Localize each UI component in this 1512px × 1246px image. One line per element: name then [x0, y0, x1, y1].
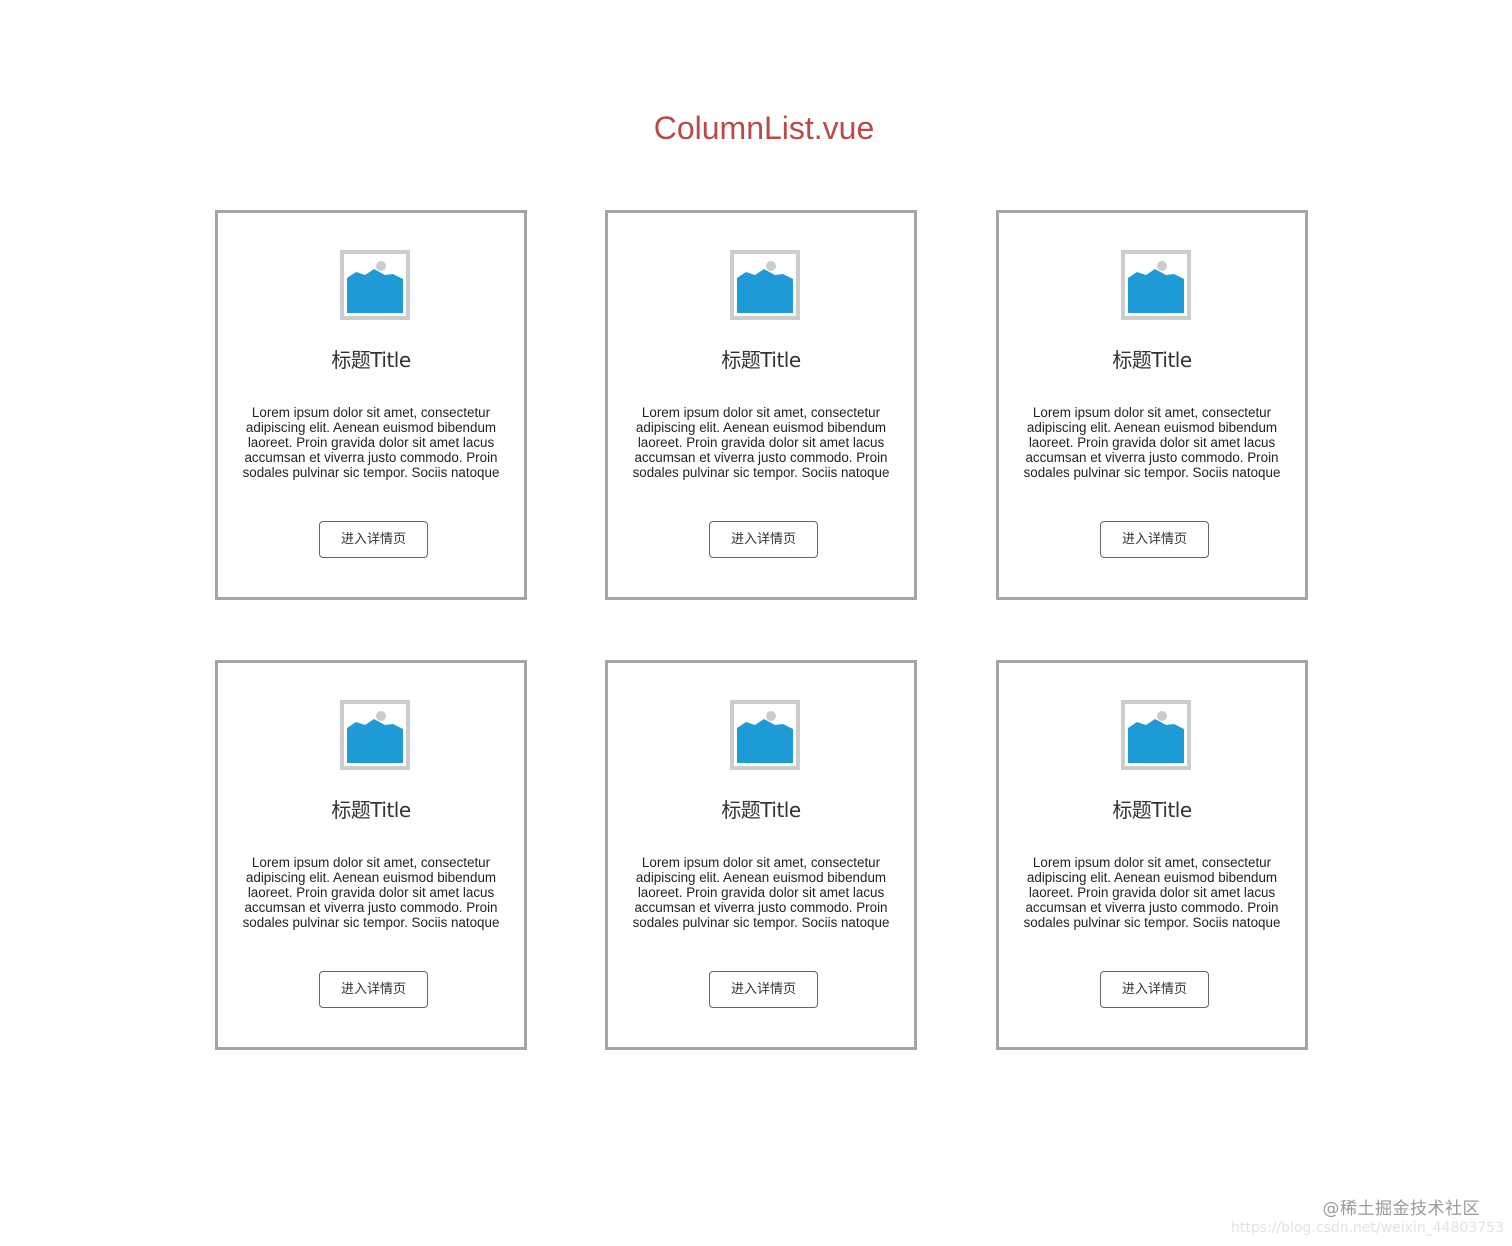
card-description: Lorem ipsum dolor sit amet, consectetur …: [1023, 405, 1281, 480]
card-title: 标题Title: [721, 348, 801, 372]
page-title: ColumnList.vue: [653, 110, 875, 146]
view-details-button[interactable]: 进入详情页: [319, 521, 428, 558]
image-placeholder-icon: [730, 700, 800, 770]
card: 标题Title Lorem ipsum dolor sit amet, cons…: [996, 210, 1308, 600]
card: 标题Title Lorem ipsum dolor sit amet, cons…: [996, 660, 1308, 1050]
card-title: 标题Title: [331, 348, 411, 372]
watermark: @稀土掘金技术社区: [1322, 1199, 1480, 1219]
watermark-url: https://blog.csdn.net/weixin_44803753: [1230, 1220, 1504, 1236]
image-placeholder-icon: [1121, 700, 1191, 770]
card-title: 标题Title: [1112, 798, 1192, 822]
image-placeholder-icon: [1121, 250, 1191, 320]
card-description: Lorem ipsum dolor sit amet, consectetur …: [242, 855, 500, 930]
card: 标题Title Lorem ipsum dolor sit amet, cons…: [215, 210, 527, 600]
view-details-button[interactable]: 进入详情页: [1100, 521, 1209, 558]
card-description: Lorem ipsum dolor sit amet, consectetur …: [632, 855, 890, 930]
view-details-button[interactable]: 进入详情页: [1100, 971, 1209, 1008]
card: 标题Title Lorem ipsum dolor sit amet, cons…: [605, 210, 917, 600]
image-placeholder-icon: [730, 250, 800, 320]
card-title: 标题Title: [1112, 348, 1192, 372]
card: 标题Title Lorem ipsum dolor sit amet, cons…: [215, 660, 527, 1050]
card-description: Lorem ipsum dolor sit amet, consectetur …: [242, 405, 500, 480]
card-description: Lorem ipsum dolor sit amet, consectetur …: [632, 405, 890, 480]
view-details-button[interactable]: 进入详情页: [319, 971, 428, 1008]
card-title: 标题Title: [331, 798, 411, 822]
card-title: 标题Title: [721, 798, 801, 822]
image-placeholder-icon: [340, 700, 410, 770]
image-placeholder-icon: [340, 250, 410, 320]
card: 标题Title Lorem ipsum dolor sit amet, cons…: [605, 660, 917, 1050]
view-details-button[interactable]: 进入详情页: [709, 521, 818, 558]
card-description: Lorem ipsum dolor sit amet, consectetur …: [1023, 855, 1281, 930]
view-details-button[interactable]: 进入详情页: [709, 971, 818, 1008]
